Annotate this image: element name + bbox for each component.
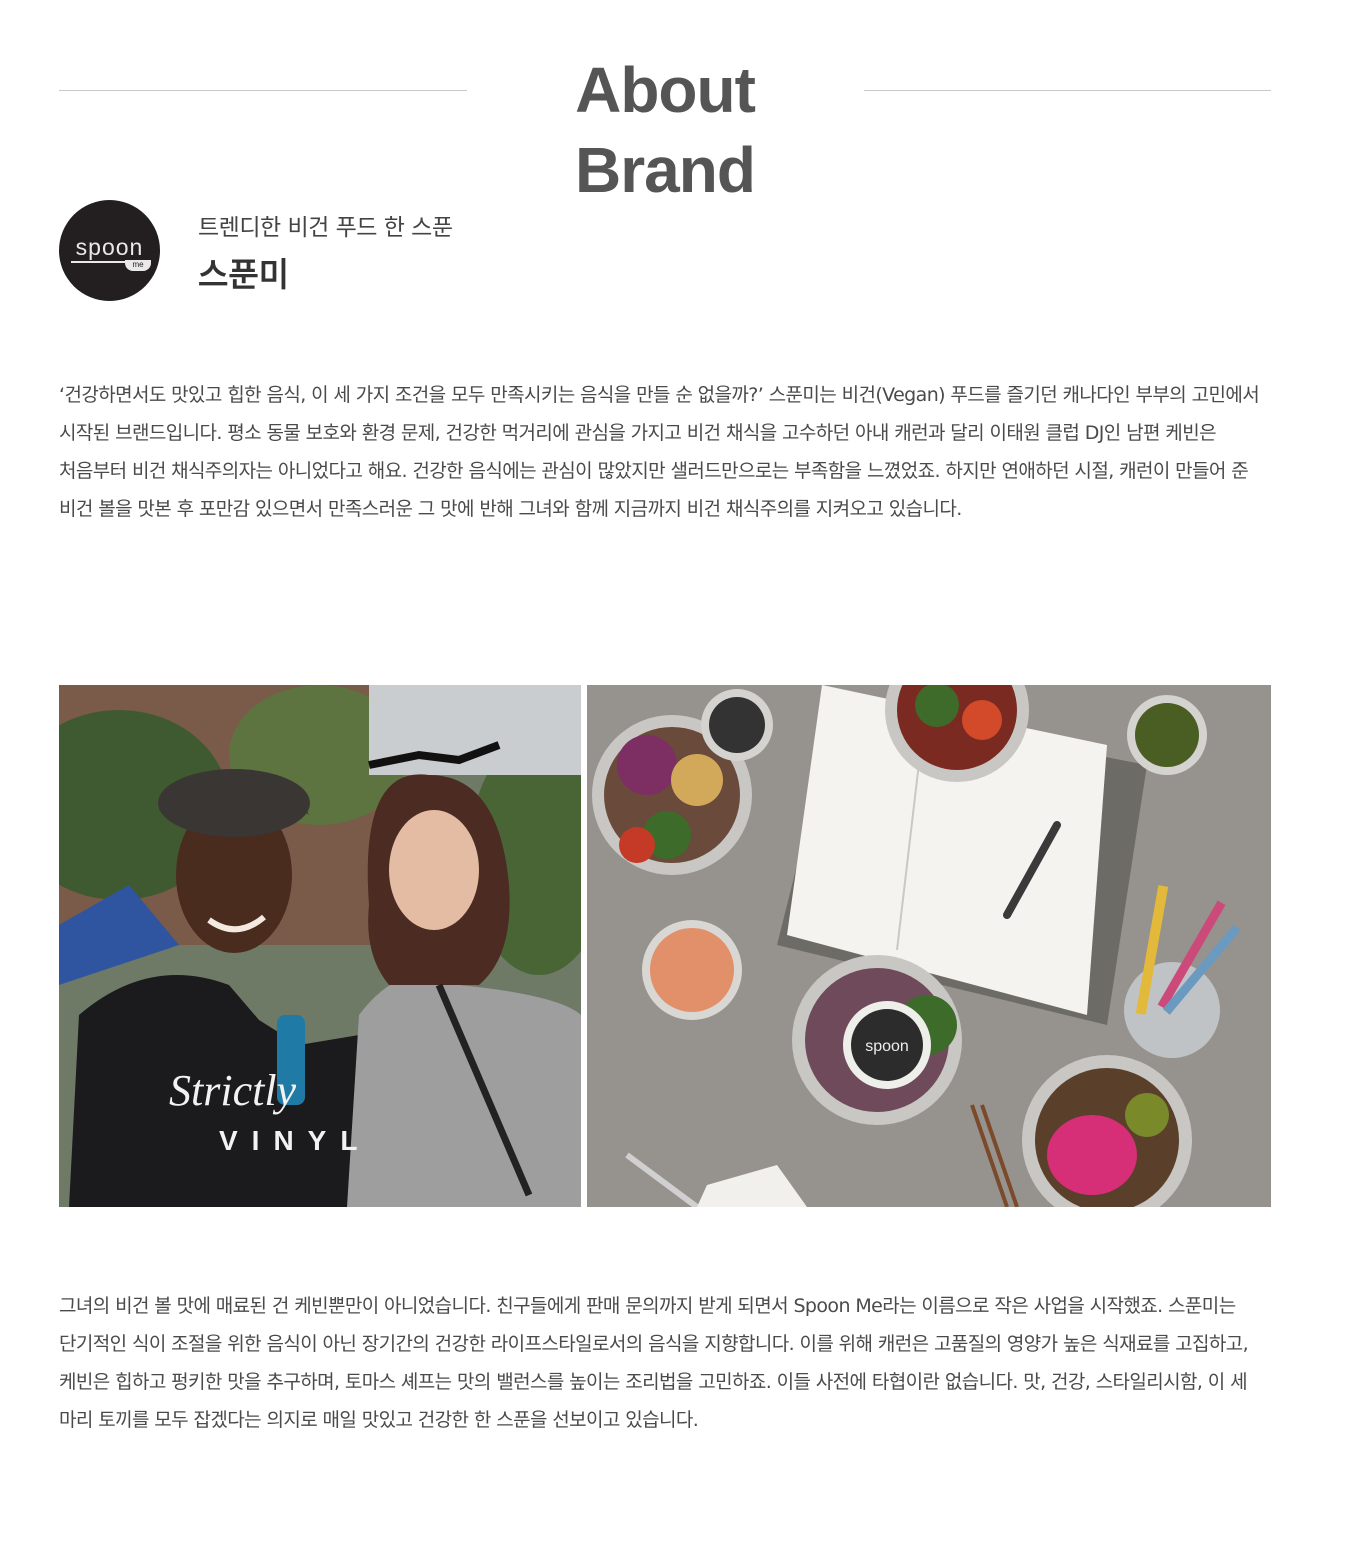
- page-title: About Brand: [575, 54, 756, 206]
- brand-name: 스푼미: [198, 255, 290, 294]
- brand-logo-text: spoon: [75, 234, 144, 260]
- shirt-text-2: VINYL: [219, 1125, 371, 1156]
- story-paragraph: 그녀의 비건 볼 맛에 매료된 건 케빈뿐만이 아니었습니다. 친구들에게 판매…: [59, 1295, 1249, 1431]
- section-heading: About Brand: [59, 50, 1271, 206]
- brand-logo-sub: me: [125, 260, 151, 271]
- intro-paragraph: ‘건강하면서도 맛있고 힙한 음식, 이 세 가지 조건을 모두 만족시키는 음…: [59, 384, 1260, 520]
- heading-divider-right: [864, 90, 1271, 91]
- bowl-lid-text: spoon: [865, 1038, 909, 1055]
- shirt-text-1: Strictly: [169, 1066, 297, 1115]
- vegan-bowls-photo: spoon: [587, 685, 1271, 1207]
- brand-logo: spoon me: [59, 200, 160, 301]
- brand-tagline: 트렌디한 비건 푸드 한 스푼: [198, 215, 453, 241]
- founders-photo: Strictly VINYL: [59, 685, 581, 1207]
- heading-divider-left: [59, 90, 467, 91]
